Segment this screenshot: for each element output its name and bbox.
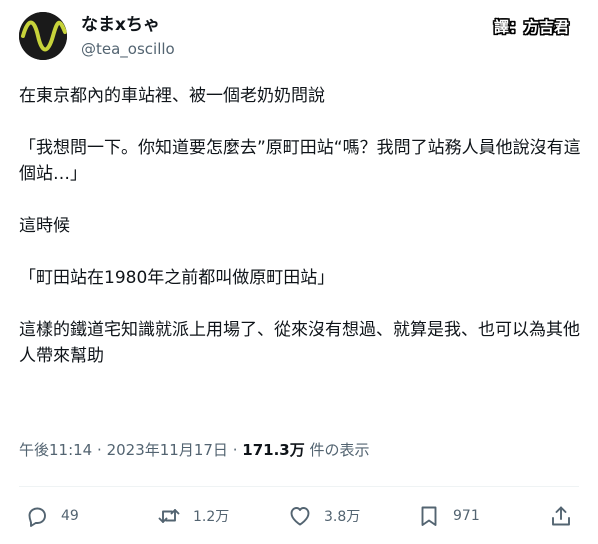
meta-separator: ·: [97, 441, 102, 459]
tweet-paragraph: 這時候: [19, 216, 70, 236]
tweet-paragraph: 「町田站在1980年之前都叫做原町田站」: [19, 268, 335, 288]
reply-button[interactable]: 49: [25, 500, 79, 532]
retweet-button[interactable]: 1.2万: [157, 500, 229, 532]
author-names: なまxちゃ @tea_oscillo: [81, 14, 175, 59]
tweet-time[interactable]: 午後11:14: [19, 441, 92, 459]
tweet-meta: 午後11:14 · 2023年11月17日 · 171.3万 件の表示: [19, 440, 370, 460]
like-button[interactable]: 3.8万: [288, 500, 360, 532]
tweet-paragraph: 在東京都內的車站裡、被一個老奶奶問說: [19, 86, 325, 106]
tweet-paragraph: 這樣的鐵道宅知識就派上用場了、從來沒有想過、就算是我、也可以為其他人帶來幫助: [19, 320, 580, 366]
tweet-header: なまxちゃ @tea_oscillo 譯：方吉君: [19, 12, 579, 64]
bookmark-button[interactable]: 971: [417, 500, 480, 532]
meta-separator: ·: [232, 441, 238, 459]
like-count: 3.8万: [324, 509, 361, 525]
reply-icon: [28, 507, 46, 527]
tweet-paragraph: 「我想問一下。你知道要怎麼去”原町田站“嗎？我問了站務人員他說沒有這個站…」: [19, 138, 581, 184]
share-icon: [552, 506, 570, 526]
bookmark-count: 971: [453, 508, 480, 524]
heart-icon: [290, 507, 310, 526]
user-handle[interactable]: @tea_oscillo: [81, 39, 175, 59]
bookmark-icon: [421, 506, 437, 526]
views-count[interactable]: 171.3万: [242, 441, 304, 459]
tweet-date[interactable]: 2023年11月17日: [107, 441, 228, 459]
reply-count: 49: [61, 508, 79, 524]
retweet-icon: [158, 509, 180, 523]
divider: [19, 486, 579, 487]
sine-wave-icon: [19, 12, 67, 60]
views-label: 件の表示: [309, 441, 370, 459]
translator-watermark: 譯：方吉君: [493, 18, 569, 36]
tweet-text: 在東京都內的車站裡、被一個老奶奶問說 「我想問一下。你知道要怎麼去”原町田站“嗎…: [19, 83, 584, 369]
display-name[interactable]: なまxちゃ: [81, 14, 175, 36]
avatar[interactable]: [19, 12, 67, 60]
action-bar: 49 1.2万 3.8万 971: [19, 500, 579, 532]
share-button[interactable]: [549, 500, 573, 532]
retweet-count: 1.2万: [193, 509, 230, 525]
